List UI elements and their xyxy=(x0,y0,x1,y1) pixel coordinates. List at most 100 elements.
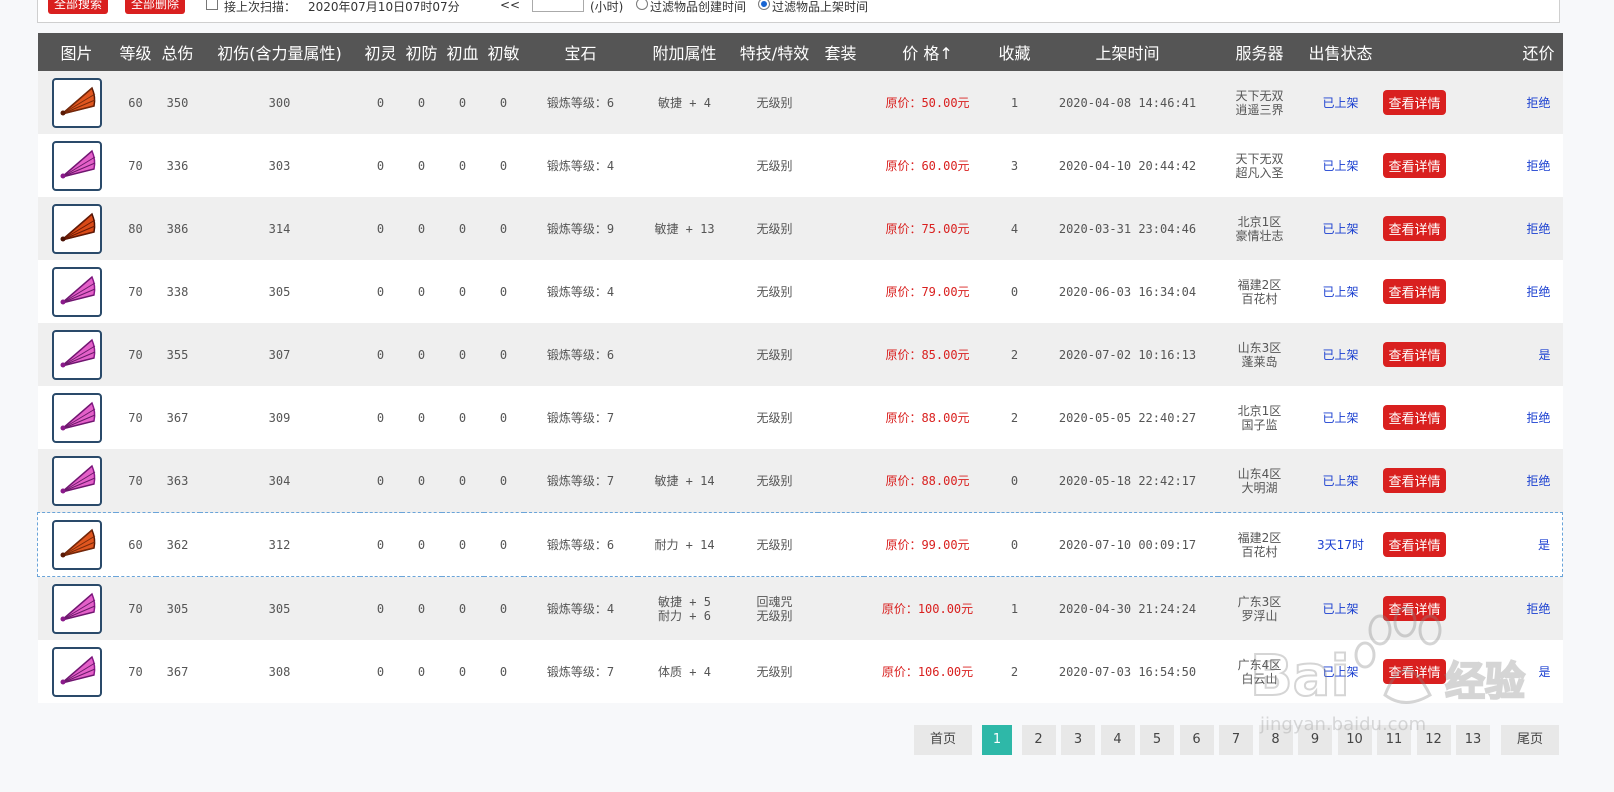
page-number-button[interactable]: 13 xyxy=(1456,725,1490,755)
page-number-button[interactable]: 5 xyxy=(1140,725,1174,755)
view-details-button[interactable]: 查看详情 xyxy=(1383,216,1446,241)
header-gem[interactable]: 宝石 xyxy=(523,33,638,71)
favorites: 4 xyxy=(991,197,1038,260)
page-number-button[interactable]: 6 xyxy=(1179,725,1214,755)
initial-damage: 304 xyxy=(199,449,360,513)
header-init-def[interactable]: 初防 xyxy=(401,33,442,71)
back-arrows[interactable]: << xyxy=(500,0,520,12)
fan-pink-icon[interactable] xyxy=(51,266,102,317)
table-row: 70 367 309 0 0 0 0 锻炼等级：7 无级别 原价：88.00元 2 2020-05-0… xyxy=(37,386,1563,449)
page-number-button[interactable]: 8 xyxy=(1258,725,1293,755)
header-price[interactable]: 价 格↑ xyxy=(863,33,992,71)
page-number-button[interactable]: 1 xyxy=(982,725,1012,755)
counter-offer[interactable]: 拒绝 xyxy=(1449,576,1563,640)
page-number-button[interactable]: 10 xyxy=(1337,725,1372,755)
page-first-button[interactable]: 首页 xyxy=(914,725,972,755)
init-ling: 0 xyxy=(359,449,402,513)
view-details-button[interactable]: 查看详情 xyxy=(1383,342,1446,367)
table-row: 70 355 307 0 0 0 0 锻炼等级：6 无级别 原价：85.00元 2 2020-07-0… xyxy=(37,323,1563,386)
page-number-button[interactable]: 11 xyxy=(1377,725,1411,755)
skill: 无级别 xyxy=(756,473,793,488)
initial-damage: 308 xyxy=(199,640,360,703)
init-def: 0 xyxy=(401,71,442,134)
fan-orange-icon[interactable] xyxy=(51,77,102,128)
header-favorites[interactable]: 收藏 xyxy=(991,33,1038,71)
counter-offer[interactable]: 拒绝 xyxy=(1449,386,1563,449)
sale-status: 已上架 xyxy=(1301,449,1380,513)
view-details-button[interactable]: 查看详情 xyxy=(1383,596,1446,621)
page-number-button[interactable]: 3 xyxy=(1061,725,1095,755)
initial-damage: 305 xyxy=(199,576,360,640)
hours-unit-label: (小时) xyxy=(590,0,624,14)
fan-pink-icon[interactable] xyxy=(51,329,102,380)
header-init-ling[interactable]: 初灵 xyxy=(359,33,402,71)
filter-created-radio[interactable] xyxy=(636,0,648,10)
total-damage: 350 xyxy=(155,71,200,134)
counter-offer[interactable]: 是 xyxy=(1449,640,1563,703)
skill: 无级别 xyxy=(756,221,793,236)
skill: 无级别 xyxy=(756,347,793,362)
counter-offer[interactable]: 是 xyxy=(1449,323,1563,386)
header-listing-time[interactable]: 上架时间 xyxy=(1037,33,1218,71)
favorites: 1 xyxy=(991,71,1038,134)
counter-offer[interactable]: 拒绝 xyxy=(1449,197,1563,260)
extra-attr-cell: 耐力 + 14 xyxy=(637,512,732,577)
header-init-agi[interactable]: 初敏 xyxy=(483,33,524,71)
counter-offer[interactable]: 拒绝 xyxy=(1449,134,1563,197)
set-cell xyxy=(817,512,864,577)
counter-offer[interactable]: 拒绝 xyxy=(1449,260,1563,323)
init-ling: 0 xyxy=(359,640,402,703)
view-details-button[interactable]: 查看详情 xyxy=(1383,468,1446,493)
initial-damage: 314 xyxy=(199,197,360,260)
fan-pink-icon[interactable] xyxy=(51,455,102,506)
page-number-button[interactable]: 7 xyxy=(1219,725,1253,755)
filter-listed-radio[interactable] xyxy=(758,0,770,10)
view-details-button[interactable]: 查看详情 xyxy=(1383,659,1446,684)
init-hp: 0 xyxy=(441,512,484,577)
fan-orange-icon[interactable] xyxy=(51,519,102,570)
header-total-damage[interactable]: 总伤 xyxy=(155,33,200,71)
view-details-button[interactable]: 查看详情 xyxy=(1383,405,1446,430)
header-init-hp[interactable]: 初血 xyxy=(441,33,484,71)
page-number-button[interactable]: 9 xyxy=(1298,725,1332,755)
fan-pink-icon[interactable] xyxy=(51,140,102,191)
page-number-button[interactable]: 2 xyxy=(1021,725,1056,755)
fan-pink-icon[interactable] xyxy=(51,583,102,634)
page-last-button[interactable]: 尾页 xyxy=(1501,725,1559,755)
sale-status: 已上架 xyxy=(1301,71,1380,134)
continue-scan-checkbox[interactable] xyxy=(206,0,218,10)
price: 原价：100.00元 xyxy=(863,576,992,640)
view-details-button[interactable]: 查看详情 xyxy=(1383,90,1446,115)
level: 60 xyxy=(115,512,156,577)
extra-attr-cell xyxy=(637,323,732,386)
view-details-button[interactable]: 查看详情 xyxy=(1383,532,1446,557)
fan-pink-icon[interactable] xyxy=(51,392,102,443)
page-number-button[interactable]: 12 xyxy=(1416,725,1451,755)
sale-status: 已上架 xyxy=(1301,323,1380,386)
fan-pink-icon[interactable] xyxy=(51,646,102,697)
view-details-button[interactable]: 查看详情 xyxy=(1383,153,1446,178)
skill: 无级别 xyxy=(756,537,793,552)
server-name: 北京1区 xyxy=(1237,214,1282,229)
counter-offer[interactable]: 拒绝 xyxy=(1449,71,1563,134)
scan-all-button[interactable]: 全部搜索 xyxy=(48,0,109,14)
gem-level: 锻炼等级：6 xyxy=(523,512,638,577)
skill-cell: 无级别 xyxy=(731,449,818,513)
header-initial-damage[interactable]: 初伤(含力量属性) xyxy=(199,33,360,71)
init-ling: 0 xyxy=(359,386,402,449)
counter-offer[interactable]: 是 xyxy=(1449,512,1563,577)
counter-offer[interactable]: 拒绝 xyxy=(1449,449,1563,513)
view-details-button[interactable]: 查看详情 xyxy=(1383,279,1446,304)
total-damage: 363 xyxy=(155,449,200,513)
delete-all-button[interactable]: 全部删除 xyxy=(125,0,186,14)
header-level[interactable]: 等级 xyxy=(115,33,156,71)
page-number-button[interactable]: 4 xyxy=(1100,725,1135,755)
init-ling: 0 xyxy=(359,512,402,577)
server-cell: 北京1区 国子监 xyxy=(1217,386,1302,449)
server-zone: 超凡入圣 xyxy=(1235,165,1284,180)
favorites: 2 xyxy=(991,386,1038,449)
fan-red-icon[interactable] xyxy=(51,203,102,254)
sale-status: 已上架 xyxy=(1301,576,1380,640)
server-cell: 福建2区 百花村 xyxy=(1217,260,1302,323)
hours-input[interactable] xyxy=(532,0,584,12)
